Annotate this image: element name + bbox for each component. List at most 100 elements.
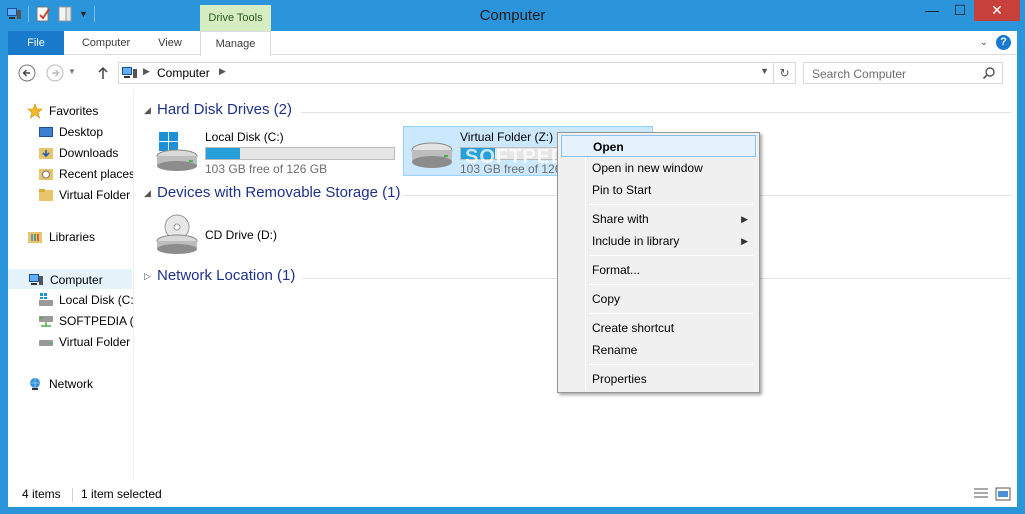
drive-tools-contextual-tab[interactable]: Drive Tools <box>200 5 271 31</box>
menu-separator <box>589 313 753 314</box>
customize-toolbar-icon[interactable]: ▼ <box>79 9 88 19</box>
nav-item-favorites[interactable]: Favorites <box>8 101 132 121</box>
navigation-bar: ▼ ▶ Computer ▶ ▼ ↻ Search Computer <box>8 56 1017 90</box>
nav-item-label: Recent places <box>59 167 134 181</box>
desktop-icon <box>39 127 53 137</box>
nav-item-recent-places[interactable]: Recent places <box>8 164 134 184</box>
recent-locations-icon[interactable]: ▼ <box>68 67 76 76</box>
breadcrumb-chevron-icon[interactable]: ▶ <box>219 66 226 77</box>
new-folder-icon[interactable] <box>57 6 73 22</box>
drive-name: CD Drive (D:) <box>205 228 277 242</box>
collapse-chevron-icon[interactable]: ◢ <box>144 105 151 116</box>
menu-separator <box>589 364 753 365</box>
tab-manage[interactable]: Manage <box>200 31 271 56</box>
minimize-button[interactable]: — <box>918 0 946 21</box>
submenu-arrow-icon: ▶ <box>741 214 748 224</box>
menu-item-pin-to-start[interactable]: Pin to Start <box>561 179 756 201</box>
view-switcher <box>973 487 1011 501</box>
nav-item-label: Virtual Folder <box>59 188 131 202</box>
nav-item-virtual-folder-drive[interactable]: Virtual Folder <box>8 332 132 352</box>
group-title: Hard Disk Drives (2) <box>157 101 293 118</box>
menu-item-copy[interactable]: Copy <box>561 288 756 310</box>
forward-icon[interactable] <box>46 64 64 82</box>
drive-icon <box>39 340 53 346</box>
nav-item-label: Computer <box>50 273 103 287</box>
refresh-button[interactable]: ↻ <box>774 62 796 84</box>
nav-item-desktop[interactable]: Desktop <box>8 122 132 142</box>
maximize-button[interactable]: ☐ <box>946 0 974 21</box>
breadcrumb-chevron-icon[interactable]: ▶ <box>143 66 150 77</box>
menu-item-share-with[interactable]: Share with ▶ <box>561 208 756 230</box>
menu-item-open[interactable]: Open <box>561 135 756 157</box>
group-title: Devices with Removable Storage (1) <box>157 184 401 201</box>
search-placeholder: Search Computer <box>812 67 907 81</box>
group-title: Network Location (1) <box>157 267 296 284</box>
properties-icon[interactable] <box>35 6 51 22</box>
computer-icon <box>29 274 43 285</box>
large-icons-view-icon[interactable] <box>995 487 1011 501</box>
nav-item-label: Network <box>49 377 94 391</box>
group-hard-disk-drives[interactable]: ◢ Hard Disk Drives (2) <box>135 100 1011 124</box>
address-history-dropdown-icon[interactable]: ▼ <box>760 66 769 76</box>
nav-item-network[interactable]: Network <box>8 374 132 394</box>
drive-tile-local-disk[interactable]: Local Disk (C:) 103 GB free of 126 GB <box>149 127 401 177</box>
nav-item-libraries[interactable]: Libraries <box>8 227 132 247</box>
menu-item-open-new-window[interactable]: Open in new window <box>561 157 756 179</box>
menu-separator <box>589 255 753 256</box>
help-icon[interactable]: ? <box>996 35 1011 50</box>
menu-item-rename[interactable]: Rename <box>561 339 756 361</box>
nav-item-label: SOFTPEDIA (\\ <box>59 314 134 328</box>
network-drive-icon <box>39 316 53 327</box>
drive-name: Local Disk (C:) <box>205 130 284 144</box>
nav-item-local-disk[interactable]: Local Disk (C:) <box>8 290 134 310</box>
cd-drive-icon <box>156 214 198 254</box>
group-divider <box>301 112 1011 113</box>
submenu-arrow-icon: ▶ <box>741 236 748 246</box>
expand-chevron-icon[interactable]: ▷ <box>144 271 151 282</box>
downloads-folder-icon <box>39 148 53 159</box>
folder-icon <box>39 189 53 201</box>
explorer-window: ▼ Drive Tools Computer — ☐ ✕ File Comput… <box>0 0 1025 514</box>
drive-name: Virtual Folder (Z:) <box>460 130 554 144</box>
nav-item-label: Downloads <box>59 146 119 160</box>
close-button[interactable]: ✕ <box>974 0 1020 21</box>
quick-access-toolbar: ▼ <box>6 6 95 22</box>
recent-places-icon <box>39 169 53 180</box>
nav-item-computer[interactable]: Computer <box>8 269 132 289</box>
window-title: Computer <box>479 7 546 24</box>
nav-item-downloads[interactable]: Downloads <box>8 143 132 163</box>
collapse-chevron-icon[interactable]: ◢ <box>144 188 151 199</box>
tab-computer[interactable]: Computer <box>70 31 142 55</box>
drive-free-space: 103 GB free of 126 GB <box>205 162 328 176</box>
toolbar-divider <box>93 6 95 22</box>
menu-item-create-shortcut[interactable]: Create shortcut <box>561 317 756 339</box>
menu-item-format[interactable]: Format... <box>561 259 756 281</box>
capacity-bar-fill <box>206 148 240 159</box>
nav-item-label: Virtual Folder <box>59 335 131 349</box>
system-drive-icon <box>156 132 198 171</box>
back-icon[interactable] <box>18 64 36 82</box>
expand-ribbon-icon[interactable]: ⌄ <box>980 37 988 48</box>
libraries-icon <box>28 232 42 243</box>
breadcrumb-computer[interactable]: Computer <box>157 66 210 80</box>
title-bar: ▼ Drive Tools Computer — ☐ ✕ <box>0 0 1025 31</box>
navigation-pane: Favorites Desktop Downloads Recent place… <box>8 90 134 480</box>
status-bar: 4 items 1 item selected <box>8 484 1017 506</box>
status-divider <box>72 488 73 502</box>
nav-item-label: Libraries <box>49 230 96 244</box>
search-input[interactable]: Search Computer <box>803 62 1003 84</box>
menu-item-properties[interactable]: Properties <box>561 368 756 390</box>
details-view-icon[interactable] <box>973 487 989 501</box>
tab-file[interactable]: File <box>8 31 64 55</box>
menu-item-include-in-library[interactable]: Include in library ▶ <box>561 230 756 252</box>
nav-item-softpedia[interactable]: SOFTPEDIA (\\ <box>8 311 134 331</box>
nav-item-label: Desktop <box>59 125 104 139</box>
computer-icon[interactable] <box>6 6 22 22</box>
up-icon[interactable] <box>94 64 112 82</box>
nav-item-label: Local Disk (C:) <box>59 293 134 307</box>
nav-item-virtual-folder[interactable]: Virtual Folder <box>8 185 132 205</box>
address-bar[interactable]: ▶ Computer ▶ ▼ <box>118 62 774 84</box>
drive-tile-cd-drive[interactable]: CD Drive (D:) <box>149 210 349 260</box>
search-icon[interactable] <box>982 66 996 80</box>
tab-view[interactable]: View <box>148 31 192 55</box>
